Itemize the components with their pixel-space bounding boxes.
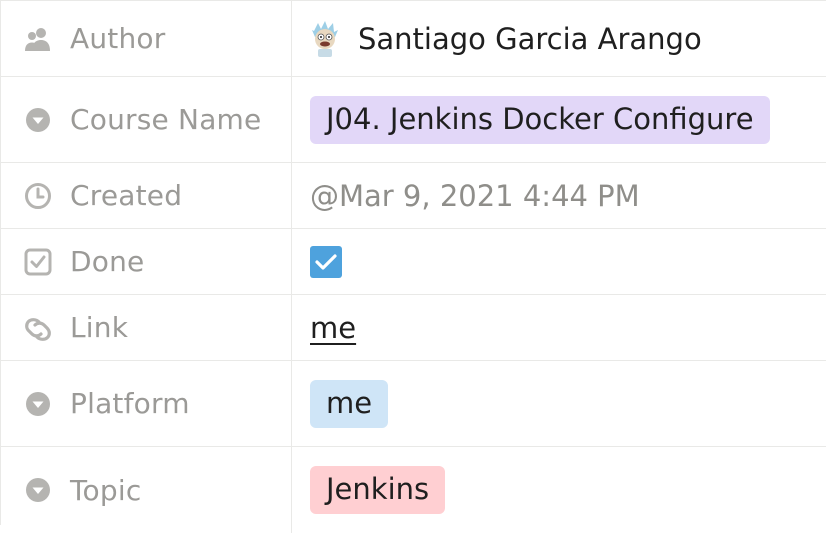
property-row-author: Author Santiago Garcia Arango (1, 1, 826, 77)
done-checkbox[interactable] (310, 245, 342, 278)
link-icon (23, 313, 53, 343)
property-value-cell[interactable] (292, 229, 826, 294)
author-name: Santiago Garcia Arango (358, 21, 702, 56)
property-label: Author (70, 22, 166, 55)
topic-tag[interactable]: Jenkins (310, 466, 446, 514)
created-timestamp: @Mar 9, 2021 4:44 PM (310, 178, 640, 213)
property-label-cell[interactable]: Done (1, 229, 292, 294)
property-value-cell[interactable]: Jenkins (292, 447, 826, 533)
link-value[interactable]: me (310, 311, 356, 345)
property-value-cell[interactable]: @Mar 9, 2021 4:44 PM (292, 163, 826, 228)
property-label: Created (70, 179, 183, 212)
check-icon (315, 253, 337, 270)
property-label-cell[interactable]: Created (1, 163, 292, 228)
clock-icon (23, 181, 53, 211)
avatar (310, 20, 340, 57)
property-row-done: Done (1, 229, 826, 295)
property-value-cell[interactable]: Santiago Garcia Arango (292, 1, 826, 76)
property-value-cell[interactable]: me (292, 295, 826, 360)
select-icon (23, 105, 53, 135)
property-row-course-name: Course Name J04. Jenkins Docker Configur… (1, 77, 826, 163)
checkbox-icon (23, 247, 53, 277)
property-label: Platform (70, 387, 190, 420)
property-label-cell[interactable]: Topic (1, 447, 292, 533)
property-row-link: Link me (1, 295, 826, 361)
property-label: Course Name (70, 103, 262, 136)
person-icon (23, 24, 53, 54)
property-label-cell[interactable]: Author (1, 1, 292, 76)
property-row-created: Created @Mar 9, 2021 4:44 PM (1, 163, 826, 229)
property-row-platform: Platform me (1, 361, 826, 447)
property-value-cell[interactable]: J04. Jenkins Docker Configure (292, 77, 826, 162)
property-label-cell[interactable]: Course Name (1, 77, 292, 162)
property-row-topic: Topic Jenkins (1, 447, 826, 533)
select-icon (23, 475, 53, 505)
property-label: Done (70, 245, 145, 278)
property-label-cell[interactable]: Platform (1, 361, 292, 446)
property-label: Link (70, 311, 129, 344)
properties-table: Author Santiago Garcia Arango Course Nam… (0, 0, 826, 533)
property-value-cell[interactable]: me (292, 361, 826, 446)
course-name-tag[interactable]: J04. Jenkins Docker Configure (310, 95, 770, 144)
platform-tag[interactable]: me (310, 379, 389, 428)
select-icon (23, 389, 53, 419)
property-label-cell[interactable]: Link (1, 295, 292, 360)
property-label: Topic (70, 473, 142, 507)
